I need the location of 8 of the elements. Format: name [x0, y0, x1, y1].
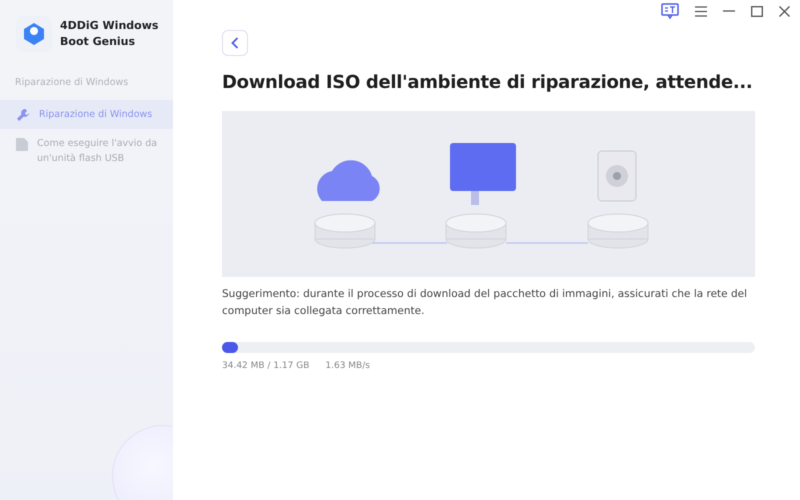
tip-text: Suggerimento: durante il processo di download del pacchetto di immagini, assicurati che la rete del computer sia collegata correttamente.: [222, 287, 748, 319]
app-name: 4DDiG Windows Boot Genius: [60, 18, 160, 50]
sidebar-item[interactable]: Riparazione di Windows: [0, 100, 173, 129]
download-speed: 1.63 MB/s: [325, 361, 370, 371]
page-title: Download ISO dell'ambiente di riparazione, attende...: [222, 72, 754, 93]
sidebar-section-title: Riparazione di Windows: [14, 76, 130, 90]
sidebar-item[interactable]: Come eseguire l'avvio da un'unità flash USB: [0, 129, 173, 173]
download-size: 34.42 MB / 1.17 GB: [222, 361, 310, 371]
